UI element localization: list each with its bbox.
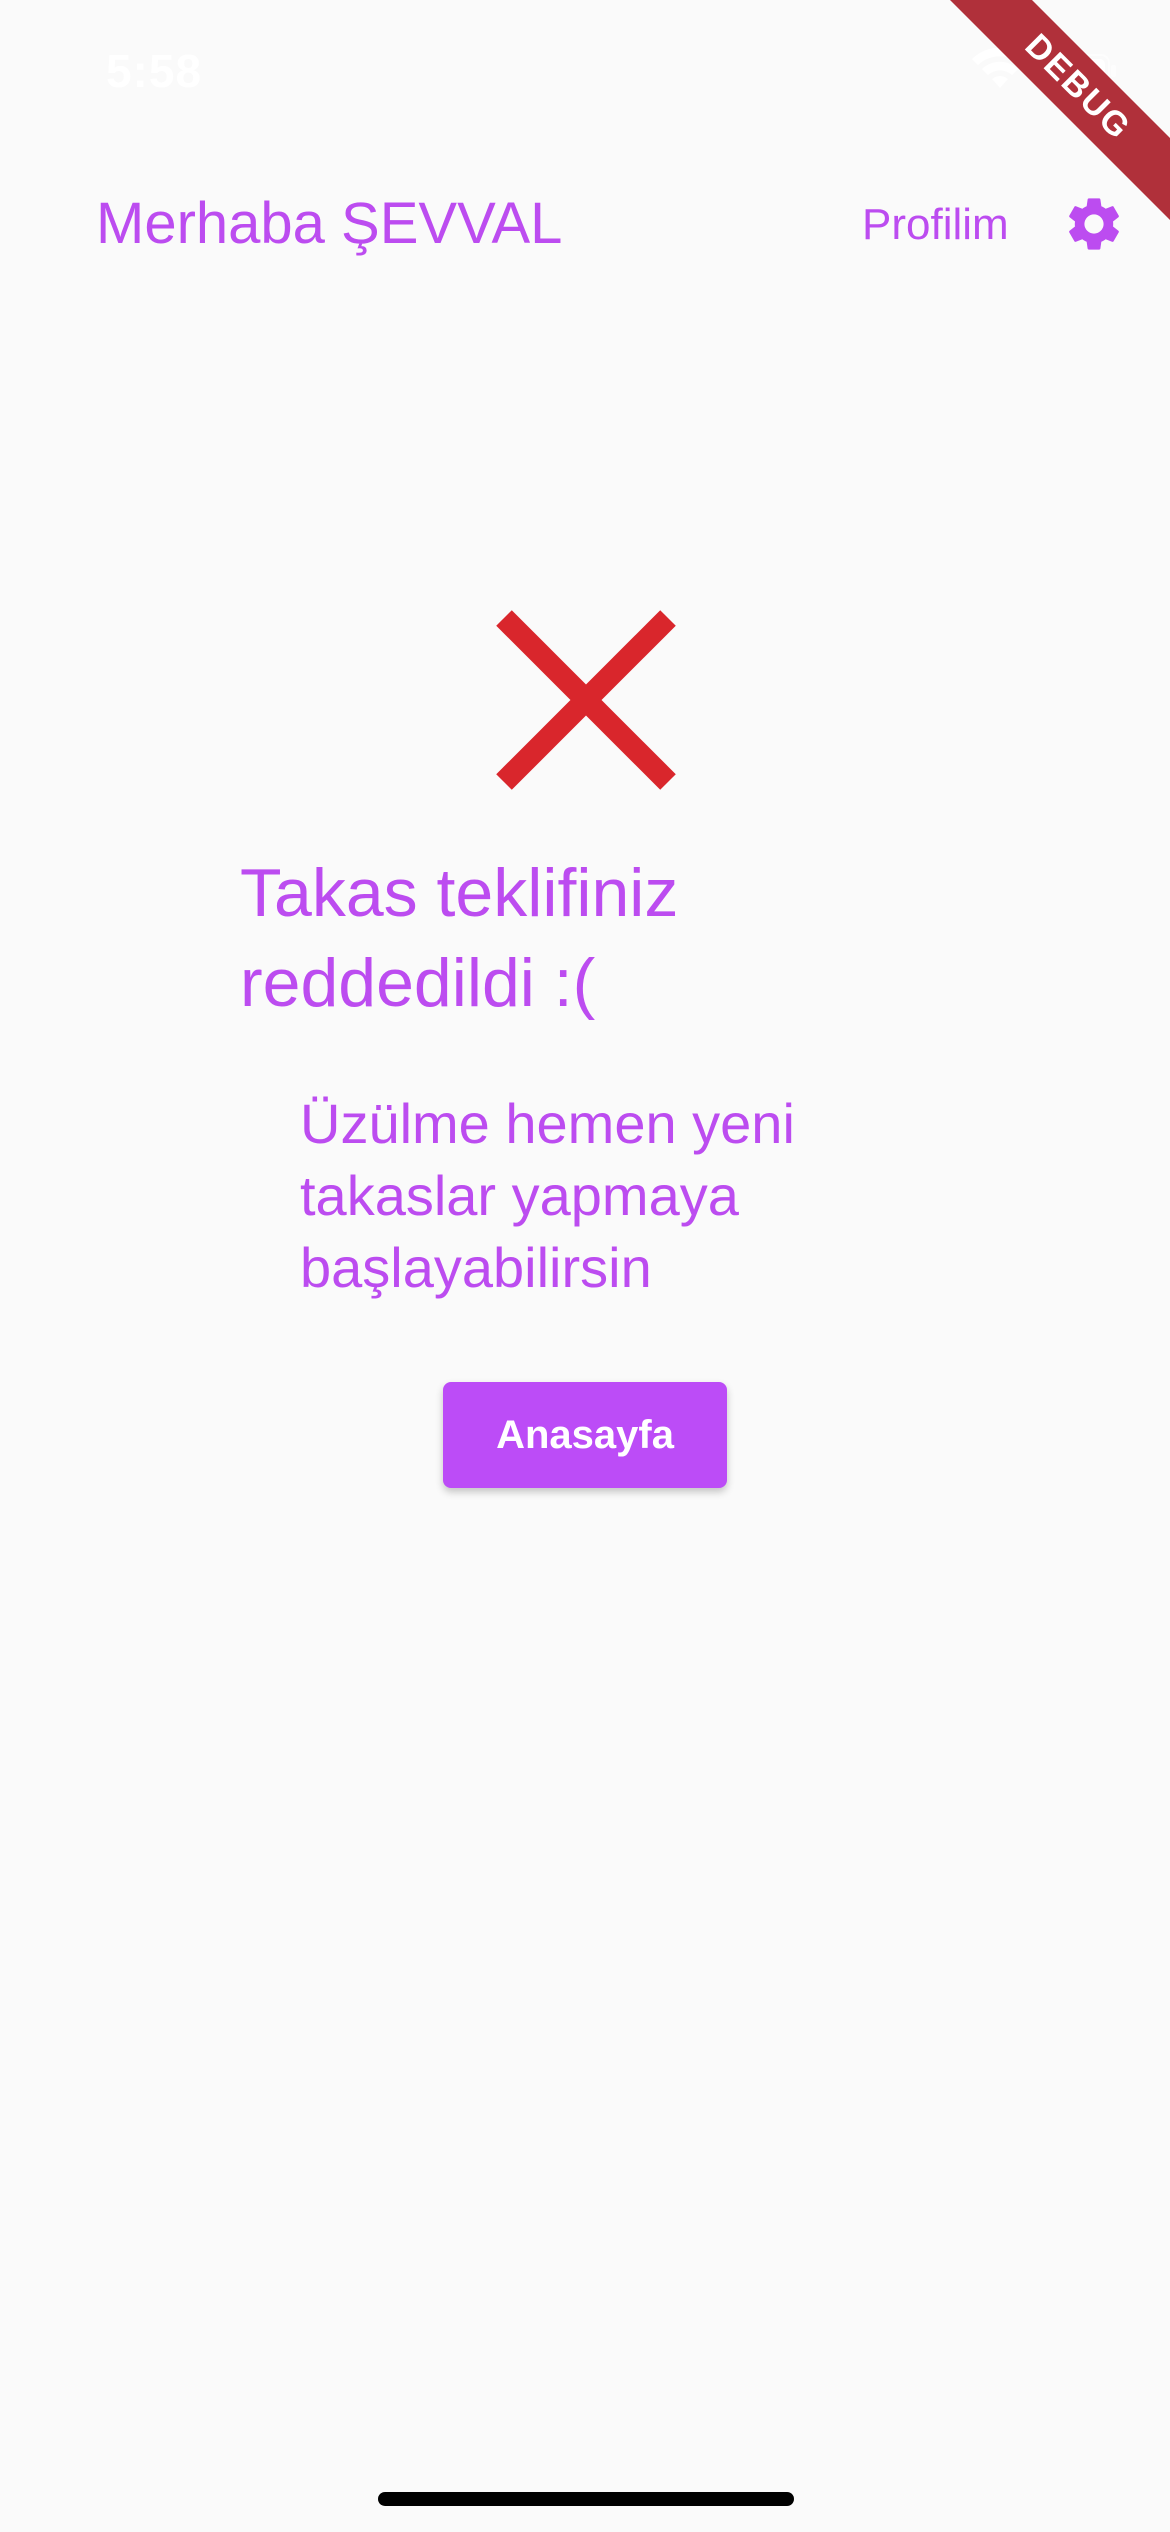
- close-icon: [496, 610, 676, 790]
- profile-link[interactable]: Profilim: [862, 200, 1009, 250]
- home-button[interactable]: Anasayfa: [443, 1382, 727, 1488]
- greeting-title: Merhaba ŞEVVAL: [96, 191, 563, 256]
- rejection-title: Takas teklifiniz reddedildi :(: [240, 855, 679, 1021]
- status-time: 5:58: [106, 45, 203, 97]
- gear-icon[interactable]: [1062, 192, 1126, 256]
- app-bar: Merhaba ŞEVVAL Profilim: [0, 170, 1170, 280]
- encouragement-message: Üzülme hemen yeni takaslar yapmaya başla…: [300, 1092, 795, 1299]
- home-indicator[interactable]: [378, 2492, 794, 2506]
